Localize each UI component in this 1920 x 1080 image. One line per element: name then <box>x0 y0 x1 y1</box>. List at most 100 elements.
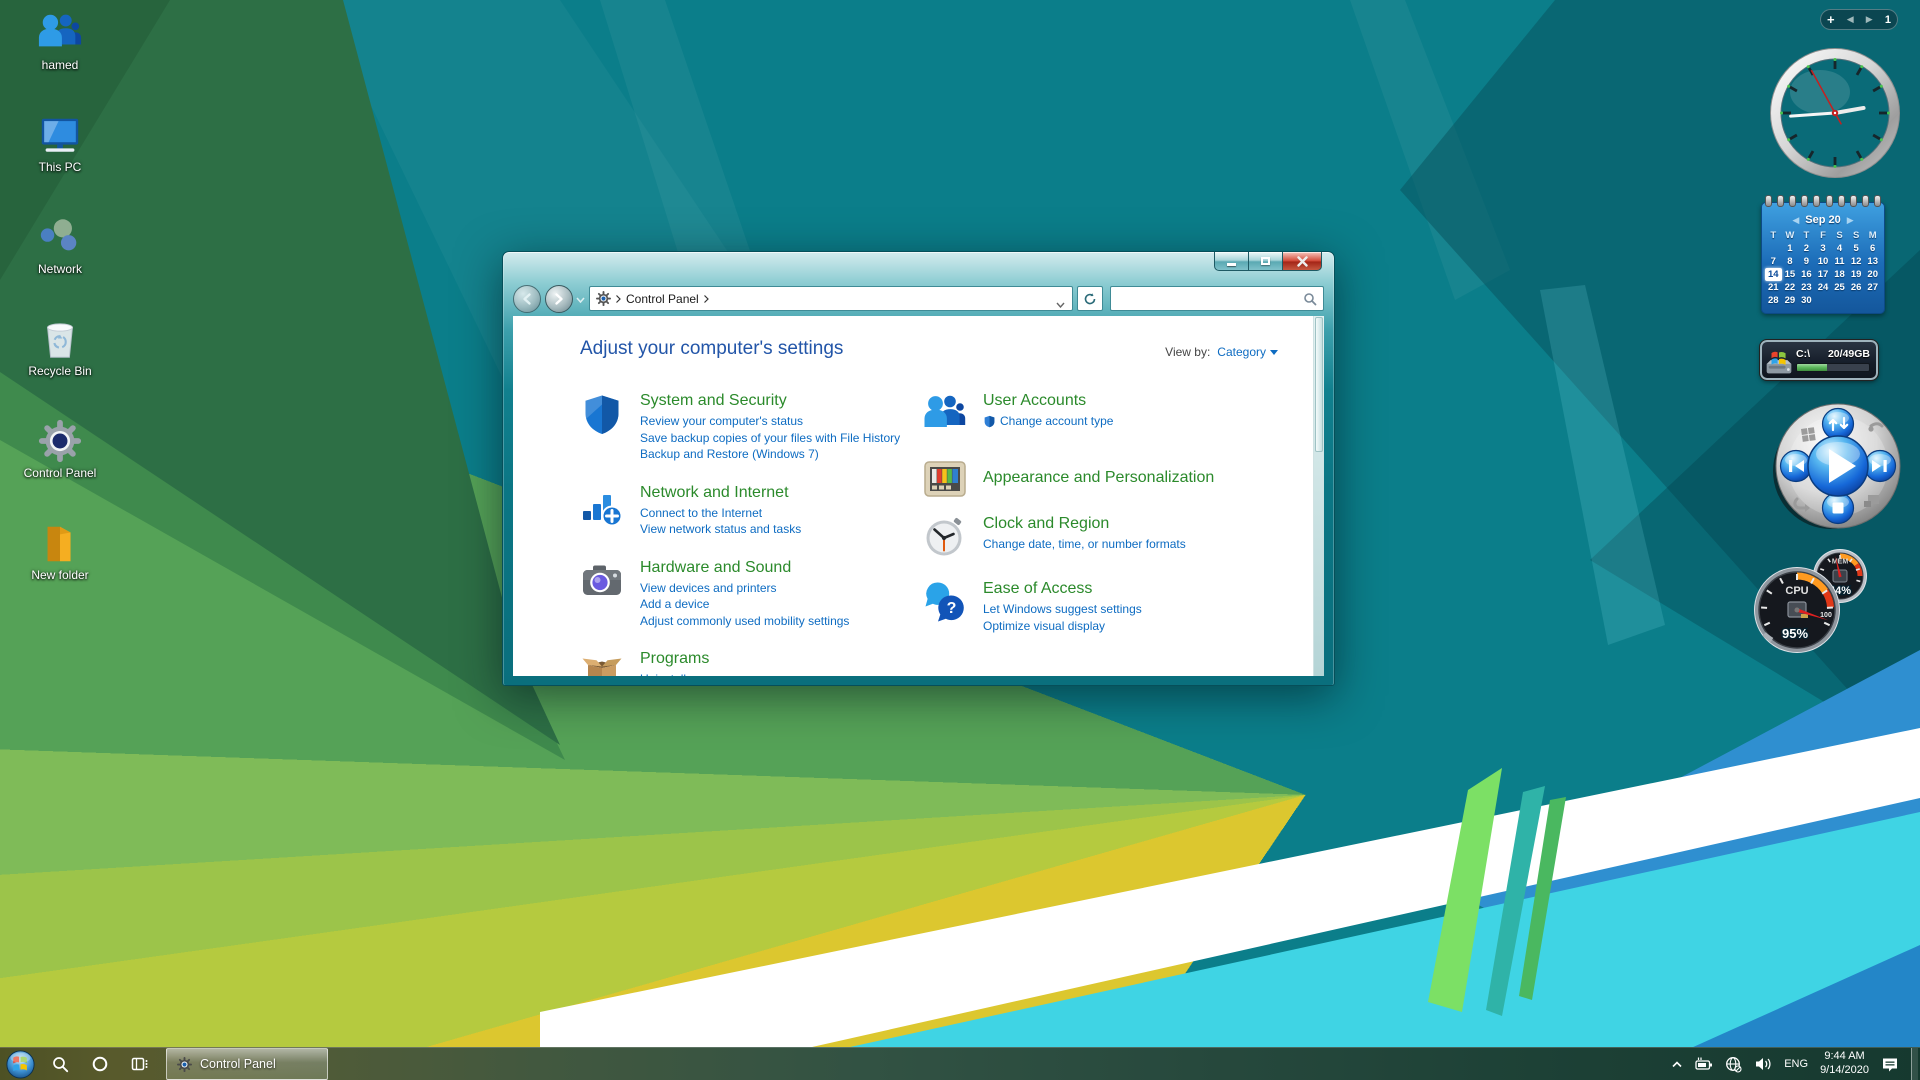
category-title-link[interactable]: Programs <box>640 650 744 668</box>
desktop-icon-hamed[interactable]: hamed <box>10 10 110 72</box>
cortana-button[interactable] <box>80 1048 120 1080</box>
battery-icon <box>1695 1056 1713 1072</box>
recycle-bin-icon <box>37 316 83 362</box>
back-button[interactable] <box>513 285 541 313</box>
task-button-label: Control Panel <box>200 1057 276 1071</box>
desktop-icon-network[interactable]: Network <box>10 214 110 276</box>
category-title-link[interactable]: Appearance and Personalization <box>983 469 1214 487</box>
volume-button[interactable] <box>1754 1056 1772 1072</box>
close-button[interactable] <box>1282 252 1322 271</box>
category-title-link[interactable]: System and Security <box>640 392 900 410</box>
scrollbar-thumb[interactable] <box>1315 317 1323 452</box>
task-view-icon <box>131 1056 149 1072</box>
category-task-link[interactable]: View network status and tasks <box>640 521 801 538</box>
category-task-link[interactable]: View devices and printers <box>640 580 849 597</box>
category-task-link[interactable]: Change account type <box>983 413 1113 430</box>
language-indicator[interactable]: ENG <box>1784 1058 1808 1070</box>
desktop-icon-this-pc[interactable]: This PC <box>10 112 110 174</box>
search-field[interactable] <box>1110 286 1324 311</box>
gadget-prev-icon[interactable]: ◀ <box>1847 15 1854 24</box>
camera-icon[interactable] <box>580 559 624 603</box>
category-task-link[interactable]: Adjust commonly used mobility settings <box>640 613 849 630</box>
calendar-gadget[interactable]: ◀ Sep 20 ▶ TWTFSSM1234567891011121314151… <box>1761 196 1885 314</box>
calendar-day-cell: 26 <box>1848 281 1865 294</box>
action-center-button[interactable] <box>1881 1056 1899 1073</box>
category-task-link[interactable]: Change date, time, or number formats <box>983 536 1186 553</box>
users-icon[interactable] <box>923 392 967 436</box>
calendar-next-icon[interactable]: ▶ <box>1847 216 1854 225</box>
category-task-link[interactable]: Optimize visual display <box>983 618 1142 635</box>
media-previous-button[interactable] <box>1781 451 1812 482</box>
calendar-grid: TWTFSSM123456789101112131415161718192021… <box>1765 229 1881 307</box>
gadget-next-icon[interactable]: ▶ <box>1866 15 1873 24</box>
start-button[interactable] <box>0 1048 40 1080</box>
network-button[interactable] <box>1725 1056 1742 1073</box>
search-icon[interactable] <box>1303 292 1317 311</box>
uac-shield-icon <box>983 415 996 428</box>
display-theme-icon[interactable] <box>923 457 967 501</box>
category-body: Network and Internet Connect to the Inter… <box>640 484 801 538</box>
desktop-icon-new-folder[interactable]: New folder <box>10 520 110 582</box>
breadcrumb-arrow-icon[interactable] <box>704 290 709 308</box>
taskbar-task-control-panel[interactable]: Control Panel <box>166 1048 328 1080</box>
clock-icon[interactable] <box>923 515 967 559</box>
view-by-dropdown[interactable]: Category <box>1217 345 1278 359</box>
tray-overflow-button[interactable] <box>1671 1059 1683 1070</box>
category-title-link[interactable]: User Accounts <box>983 392 1113 410</box>
calendar-day-cell: 29 <box>1782 294 1799 307</box>
minimize-button[interactable] <box>1214 252 1249 271</box>
taskbar-search-button[interactable] <box>40 1048 80 1080</box>
add-gadget-button[interactable]: + <box>1827 13 1835 26</box>
category-task-link[interactable]: Uninstall a program <box>640 671 744 676</box>
calendar-empty-cell <box>1848 294 1865 307</box>
maximize-button[interactable] <box>1249 252 1282 271</box>
calendar-day-header: M <box>1864 229 1881 242</box>
category-title-link[interactable]: Network and Internet <box>640 484 801 502</box>
calendar-spiral-binding <box>1765 195 1881 207</box>
breadcrumb-arrow-icon[interactable] <box>616 290 621 308</box>
ease-of-access-icon[interactable]: ? <box>923 580 967 624</box>
box-icon[interactable] <box>580 650 624 676</box>
category-task-link[interactable]: Backup and Restore (Windows 7) <box>640 446 900 463</box>
forward-button[interactable] <box>545 285 573 313</box>
category-title-link[interactable]: Hardware and Sound <box>640 559 849 577</box>
media-shuffle-button[interactable] <box>1823 409 1854 440</box>
calendar-day-cell: 16 <box>1798 268 1815 281</box>
scrollbar[interactable] <box>1313 316 1324 676</box>
network-signal-icon[interactable] <box>580 484 624 528</box>
desktop-icon-control-panel[interactable]: Control Panel <box>10 418 110 480</box>
category-title-link[interactable]: Ease of Access <box>983 580 1142 598</box>
calendar-empty-cell <box>1815 294 1832 307</box>
media-play-button[interactable] <box>1808 436 1868 496</box>
category-body: Ease of Access Let Windows suggest settin… <box>983 580 1142 634</box>
media-next-button[interactable] <box>1865 451 1896 482</box>
category-task-link[interactable]: Save backup copies of your files with Fi… <box>640 430 900 447</box>
address-dropdown-button[interactable] <box>1056 295 1065 313</box>
recent-pages-button[interactable] <box>576 290 585 308</box>
calendar-header: ◀ Sep 20 ▶ <box>1765 214 1881 226</box>
shield-icon[interactable] <box>580 392 624 436</box>
hard-drive-icon <box>1764 347 1794 377</box>
refresh-button[interactable] <box>1077 286 1103 311</box>
category-title-link[interactable]: Clock and Region <box>983 515 1186 533</box>
search-input[interactable] <box>1117 288 1299 309</box>
breadcrumb[interactable]: Control Panel <box>626 292 699 306</box>
category-task-link[interactable]: Review your computer's status <box>640 413 900 430</box>
tray-time: 9:44 AM <box>1824 1050 1864 1062</box>
show-desktop-button[interactable] <box>1911 1048 1918 1080</box>
clock-gadget[interactable] <box>1768 46 1902 180</box>
category-task-link[interactable]: Connect to the Internet <box>640 505 801 522</box>
clock-tray[interactable]: 9:44 AM 9/14/2020 <box>1820 1050 1869 1078</box>
desktop-icon-recycle-bin[interactable]: Recycle Bin <box>10 316 110 378</box>
globe-network-icon <box>1725 1056 1742 1073</box>
calendar-day-cell: 7 <box>1765 255 1782 268</box>
address-bar[interactable]: Control Panel <box>589 286 1073 311</box>
drive-meter-gadget[interactable]: C:\ 20/49GB <box>1760 340 1878 380</box>
category-task-link[interactable]: Let Windows suggest settings <box>983 601 1142 618</box>
task-view-button[interactable] <box>120 1048 160 1080</box>
media-stop-button[interactable] <box>1823 493 1854 524</box>
category-task-link[interactable]: Add a device <box>640 596 849 613</box>
battery-button[interactable] <box>1695 1056 1713 1072</box>
desktop-icon-label: hamed <box>42 59 79 72</box>
calendar-prev-icon[interactable]: ◀ <box>1792 216 1799 225</box>
